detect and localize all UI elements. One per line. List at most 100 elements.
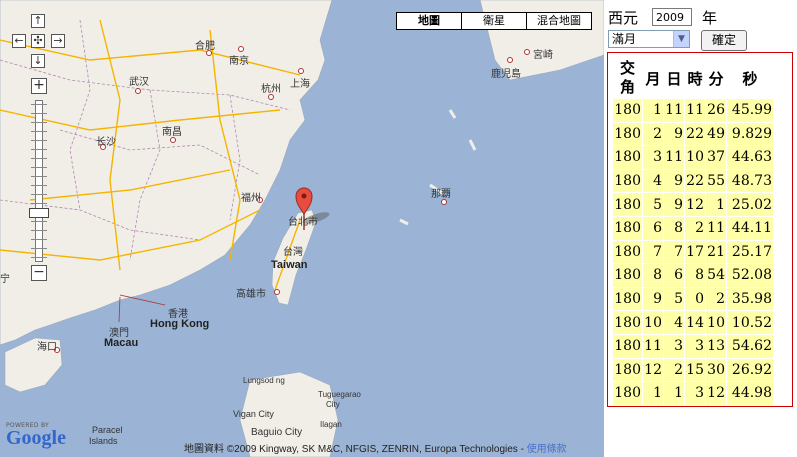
- map-label-taiwan-zh: 台灣: [283, 247, 303, 258]
- header-day: 日: [664, 58, 684, 98]
- table-cell: 14: [685, 311, 705, 334]
- map-type-satellite-button[interactable]: 衛星: [461, 12, 527, 30]
- terms-of-use-link[interactable]: 使用條款: [527, 444, 567, 455]
- table-cell: 4: [643, 169, 663, 193]
- pan-center-button[interactable]: ✣: [31, 34, 45, 48]
- table-cell: 26: [706, 99, 726, 122]
- map-type-hybrid-button[interactable]: 混合地圖: [526, 12, 592, 30]
- phase-select[interactable]: 滿月 ▼: [608, 30, 690, 48]
- google-wordmark: Google: [6, 427, 66, 449]
- map-label-shanghai: 上海: [290, 79, 310, 90]
- attribution-text: 地圖資料 ©2009 Kingway, SK M&C, NFGIS, ZENRI…: [184, 444, 524, 455]
- zoom-tick: [31, 167, 47, 168]
- map-canvas[interactable]: ↑ ← ✣ → ↓ + − 地圖 衛星 混合地圖 合肥 南京 上海 杭州 武汉 …: [0, 0, 604, 457]
- table-cell: 180: [613, 311, 642, 334]
- table-cell: 54: [706, 264, 726, 287]
- table-row: 180 4 9 22 55 48.73: [613, 169, 773, 193]
- table-cell: 2: [643, 122, 663, 146]
- table-row: 180 5 9 12 1 25.02: [613, 193, 773, 216]
- zoom-in-button[interactable]: +: [31, 78, 47, 94]
- zoom-tick: [31, 149, 47, 150]
- map-label-baguio: Baguio City: [251, 427, 303, 438]
- map-label-taiwan-en: Taiwan: [271, 259, 308, 271]
- header-month: 月: [643, 58, 663, 98]
- era-label: 西元: [608, 9, 639, 27]
- table-row: 180 12 2 15 30 26.92: [613, 358, 773, 382]
- map-label-vigan: Vigan City: [233, 409, 274, 419]
- map-label-kagoshima: 鹿児島: [491, 69, 521, 80]
- zoom-tick: [31, 248, 47, 249]
- table-row: 180 11 3 3 13 54.62: [613, 334, 773, 358]
- zoom-slider[interactable]: [29, 100, 49, 262]
- table-cell: 1: [643, 99, 663, 122]
- table-cell: 11: [643, 334, 663, 358]
- table-cell: 5: [643, 193, 663, 216]
- confirm-button[interactable]: 確定: [701, 30, 747, 51]
- table-row: 180 10 4 14 10 10.52: [613, 311, 773, 334]
- table-cell: 3: [685, 382, 705, 405]
- table-cell: 44.11: [727, 216, 773, 240]
- table-cell: 48.73: [727, 169, 773, 193]
- table-cell: 10: [706, 311, 726, 334]
- zoom-tick: [31, 239, 47, 240]
- table-cell: 180: [613, 382, 642, 405]
- table-cell: 8: [664, 216, 684, 240]
- pan-down-button[interactable]: ↓: [31, 54, 45, 68]
- map-label-paracel: Paracel: [92, 425, 123, 435]
- pan-right-button[interactable]: →: [51, 34, 65, 48]
- table-cell: 17: [685, 240, 705, 264]
- table-row: 180 2 9 22 49 9.829: [613, 122, 773, 146]
- table-cell: 180: [613, 264, 642, 287]
- table-row: 180 1 11 11 26 45.99: [613, 99, 773, 122]
- map-label-ilagan: Ilagan: [320, 420, 342, 429]
- map-label-changsha: 长沙: [96, 137, 116, 148]
- zoom-tick: [31, 221, 47, 222]
- google-logo[interactable]: POWERED BY Google: [6, 422, 66, 449]
- zoom-thumb[interactable]: [29, 208, 49, 218]
- table-cell: 15: [685, 358, 705, 382]
- pan-left-button[interactable]: ←: [12, 34, 26, 48]
- map-type-map-button[interactable]: 地圖: [396, 12, 462, 30]
- map-label-haikou: 海口: [37, 342, 57, 353]
- zoom-tick: [31, 203, 47, 204]
- table-cell: 2: [664, 358, 684, 382]
- map-label-ning: 宁: [0, 274, 10, 285]
- zoom-tick: [31, 257, 47, 258]
- table-cell: 6: [664, 264, 684, 287]
- header-minute: 分: [706, 58, 726, 98]
- table-cell: 3: [685, 334, 705, 358]
- year-input[interactable]: [652, 8, 692, 26]
- table-cell: 55: [706, 169, 726, 193]
- map-place-dot: [507, 57, 513, 63]
- table-cell: 9: [664, 169, 684, 193]
- table-cell: 3: [643, 146, 663, 169]
- table-cell: 7: [643, 240, 663, 264]
- table-cell: 12: [685, 193, 705, 216]
- table-cell: 8: [643, 264, 663, 287]
- map-label-nanjing: 南京: [229, 56, 249, 67]
- table-cell: 12: [643, 358, 663, 382]
- results-table: 交角 月 日 時 分 秒 180 1 11 11 26 45.99 180 2 9 22 49 9.8…: [612, 57, 774, 406]
- map-label-tuguegarao: Tuguegarao: [318, 390, 361, 399]
- table-cell: 3: [664, 334, 684, 358]
- table-cell: 180: [613, 99, 642, 122]
- zoom-tick: [31, 230, 47, 231]
- table-cell: 10.52: [727, 311, 773, 334]
- map-label-islands: Islands: [89, 436, 118, 446]
- map-label-fuzhou: 福州: [241, 193, 261, 204]
- pan-up-button[interactable]: ↑: [31, 14, 45, 28]
- header-hour: 時: [685, 58, 705, 98]
- table-cell: 12: [706, 382, 726, 405]
- chevron-down-icon[interactable]: ▼: [673, 31, 689, 47]
- table-cell: 22: [685, 169, 705, 193]
- table-cell: 10: [643, 311, 663, 334]
- results-table-body: 180 1 11 11 26 45.99 180 2 9 22 49 9.829 180 3 11 10 37 4…: [613, 99, 773, 405]
- table-cell: 37: [706, 146, 726, 169]
- map-label-macau-en: Macau: [104, 337, 139, 349]
- table-cell: 9: [643, 287, 663, 311]
- zoom-out-button[interactable]: −: [31, 265, 47, 281]
- table-cell: 9.829: [727, 122, 773, 146]
- zoom-tick: [31, 140, 47, 141]
- map-label-hangzhou: 杭州: [261, 84, 281, 95]
- table-cell: 9: [664, 193, 684, 216]
